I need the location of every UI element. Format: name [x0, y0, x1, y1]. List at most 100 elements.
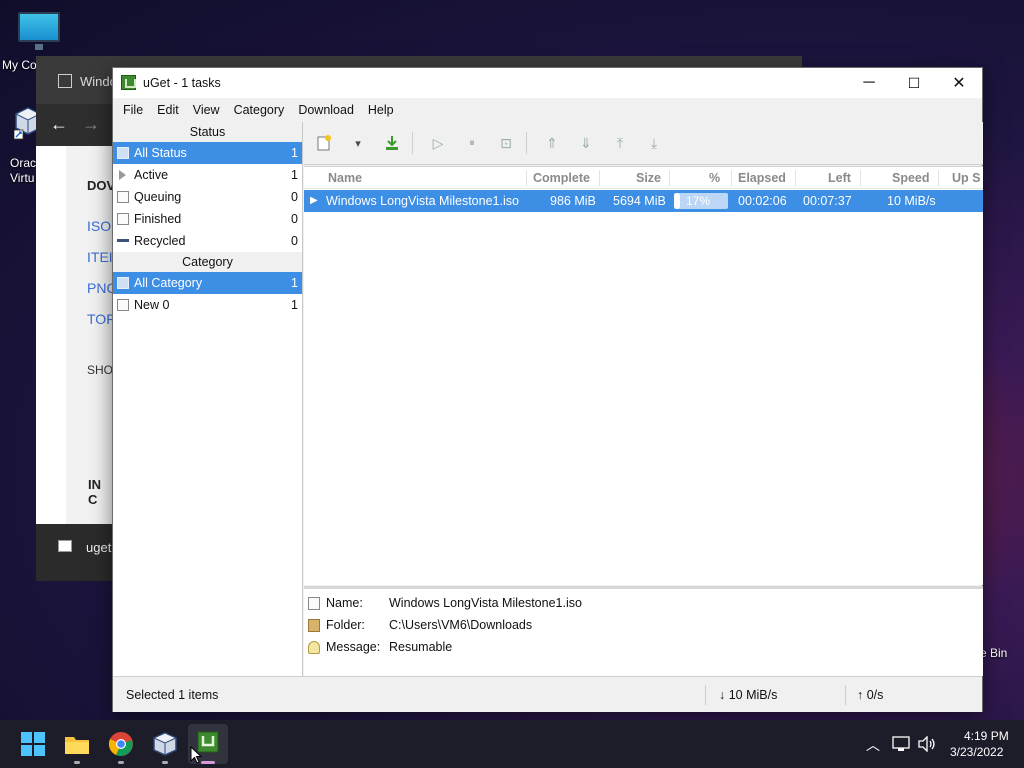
menu-download[interactable]: Download [291, 103, 361, 117]
clock-time[interactable]: 4:19 PM [964, 729, 1009, 743]
save-icon[interactable] [382, 133, 402, 153]
task-speed: 10 MiB/s [887, 194, 936, 208]
sidebar-item-label: Finished [134, 212, 182, 226]
queue-icon [117, 191, 129, 203]
detail-message-label: Message: [326, 640, 381, 654]
task-elapsed: 00:02:06 [738, 194, 787, 208]
uget-app-icon [121, 75, 136, 90]
sidebar-item-queuing[interactable]: Queuing 0 [113, 186, 302, 208]
sidebar-item-label: All Status [134, 146, 187, 160]
task-list: Name Complete Size % Elapsed Left Speed … [304, 166, 983, 585]
column-speed[interactable]: Speed [892, 171, 930, 185]
sidebar-item-all-category[interactable]: All Category 1 [113, 272, 302, 294]
detail-folder-label: Folder: [326, 618, 365, 632]
bg-uget-label[interactable]: uget [86, 540, 111, 555]
maximize-button[interactable]: ☐ [891, 68, 937, 98]
move-top-icon[interactable]: ⤒ [610, 133, 630, 153]
link-tor[interactable]: TOF [87, 311, 115, 327]
task-name: Windows LongVista Milestone1.iso [326, 194, 519, 208]
sidebar-item-label: Queuing [134, 190, 182, 204]
sidebar: Status All Status 1 Active 1 Queuing 0 F… [113, 122, 303, 676]
status-bar: Selected 1 items ↓ 10 MiB/s ↑ 0/s [113, 676, 982, 712]
toolbar: ▾ ▷ ⏸ ⊡ ⇑ ⇓ ⤒ ⤓ [304, 122, 983, 165]
category-icon [117, 299, 129, 311]
table-row[interactable]: ▶ Windows LongVista Milestone1.iso 986 M… [304, 190, 983, 212]
virtualbox-icon[interactable] [152, 731, 178, 757]
move-bottom-icon[interactable]: ⤓ [644, 133, 664, 153]
sidebar-item-new-0[interactable]: New 0 1 [113, 294, 302, 316]
all-category-icon [117, 277, 129, 289]
move-up-icon[interactable]: ⇑ [542, 133, 562, 153]
file-icon [308, 596, 320, 610]
minimize-button[interactable]: ─ [846, 68, 892, 98]
network-icon[interactable] [892, 736, 910, 752]
column-complete[interactable]: Complete [533, 171, 590, 185]
menu-help[interactable]: Help [361, 103, 401, 117]
forward-arrow-icon[interactable]: → [82, 114, 100, 135]
pause-icon[interactable]: ⏸ [462, 133, 482, 153]
column-percent[interactable]: % [709, 171, 720, 185]
my-computer-icon[interactable] [18, 12, 60, 50]
task-left: 00:07:37 [803, 194, 852, 208]
sidebar-item-label: Recycled [134, 234, 186, 248]
sidebar-item-recycled[interactable]: Recycled 0 [113, 230, 302, 252]
file-explorer-icon[interactable] [64, 731, 90, 757]
sidebar-item-active[interactable]: Active 1 [113, 164, 302, 186]
link-item[interactable]: ITEI [87, 249, 113, 265]
uget-small-icon [58, 540, 72, 552]
link-iso[interactable]: ISO [87, 218, 111, 234]
page-heading: DOV [87, 178, 116, 193]
sidebar-item-finished[interactable]: Finished 0 [113, 208, 302, 230]
properties-icon[interactable]: ⊡ [496, 133, 516, 153]
taskbar: ︿ 4:19 PM 3/23/2022 [0, 720, 1024, 768]
new-download-icon[interactable] [314, 133, 334, 153]
volume-icon[interactable] [917, 736, 937, 752]
menu-edit[interactable]: Edit [150, 103, 186, 117]
column-up-speed[interactable]: Up S [952, 171, 980, 185]
start-icon[interactable]: ▷ [428, 133, 448, 153]
sidebar-item-count: 0 [291, 190, 298, 204]
upload-speed: ↑ 0/s [857, 688, 884, 702]
new-dropdown-icon[interactable]: ▾ [348, 133, 368, 153]
detail-name-label: Name: [326, 596, 363, 610]
menu-file[interactable]: File [116, 103, 150, 117]
sidebar-item-label: New 0 [134, 298, 170, 312]
move-down-icon[interactable]: ⇓ [576, 133, 596, 153]
clock-date[interactable]: 3/23/2022 [950, 745, 1003, 759]
mouse-cursor-icon [190, 746, 203, 764]
sidebar-item-count: 0 [291, 212, 298, 226]
sidebar-item-all-status[interactable]: All Status 1 [113, 142, 302, 164]
page-text-in: IN C [88, 477, 101, 507]
title-bar[interactable]: uGet - 1 tasks ─ ☐ ✕ [113, 68, 982, 98]
selected-count: Selected 1 items [126, 688, 219, 702]
chrome-icon[interactable] [108, 731, 134, 757]
sidebar-item-label: Active [134, 168, 169, 182]
all-status-icon [117, 147, 129, 159]
running-play-icon: ▶ [310, 195, 318, 206]
task-size: 5694 MiB [613, 194, 666, 208]
task-percent: 17% [686, 194, 711, 208]
chevron-up-icon[interactable]: ︿ [866, 735, 880, 755]
sidebar-item-count: 1 [291, 276, 298, 290]
library-icon [58, 74, 72, 88]
my-computer-label: My Co [2, 58, 37, 72]
back-arrow-icon[interactable]: ← [50, 114, 68, 135]
detail-folder-value: C:\Users\VM6\Downloads [389, 618, 533, 632]
menu-category[interactable]: Category [227, 103, 292, 117]
sidebar-item-count: 1 [291, 168, 298, 182]
task-progress-bar: 17% [674, 193, 728, 209]
download-speed: ↓ 10 MiB/s [719, 688, 778, 702]
uget-window[interactable]: uGet - 1 tasks ─ ☐ ✕ File Edit View Cate… [112, 67, 983, 712]
column-elapsed[interactable]: Elapsed [738, 171, 786, 185]
recycle-bin-label: e Bin [980, 646, 1008, 660]
start-icon[interactable] [20, 731, 46, 757]
menu-view[interactable]: View [186, 103, 227, 117]
status-header: Status [113, 122, 302, 142]
window-title: uGet - 1 tasks [143, 76, 221, 90]
column-left[interactable]: Left [828, 171, 851, 185]
page-text-show: SHO [87, 363, 114, 377]
close-button[interactable]: ✕ [936, 68, 982, 98]
column-name[interactable]: Name [328, 171, 362, 185]
column-size[interactable]: Size [636, 171, 661, 185]
detail-pane: Name: Windows LongVista Milestone1.iso F… [304, 586, 983, 676]
